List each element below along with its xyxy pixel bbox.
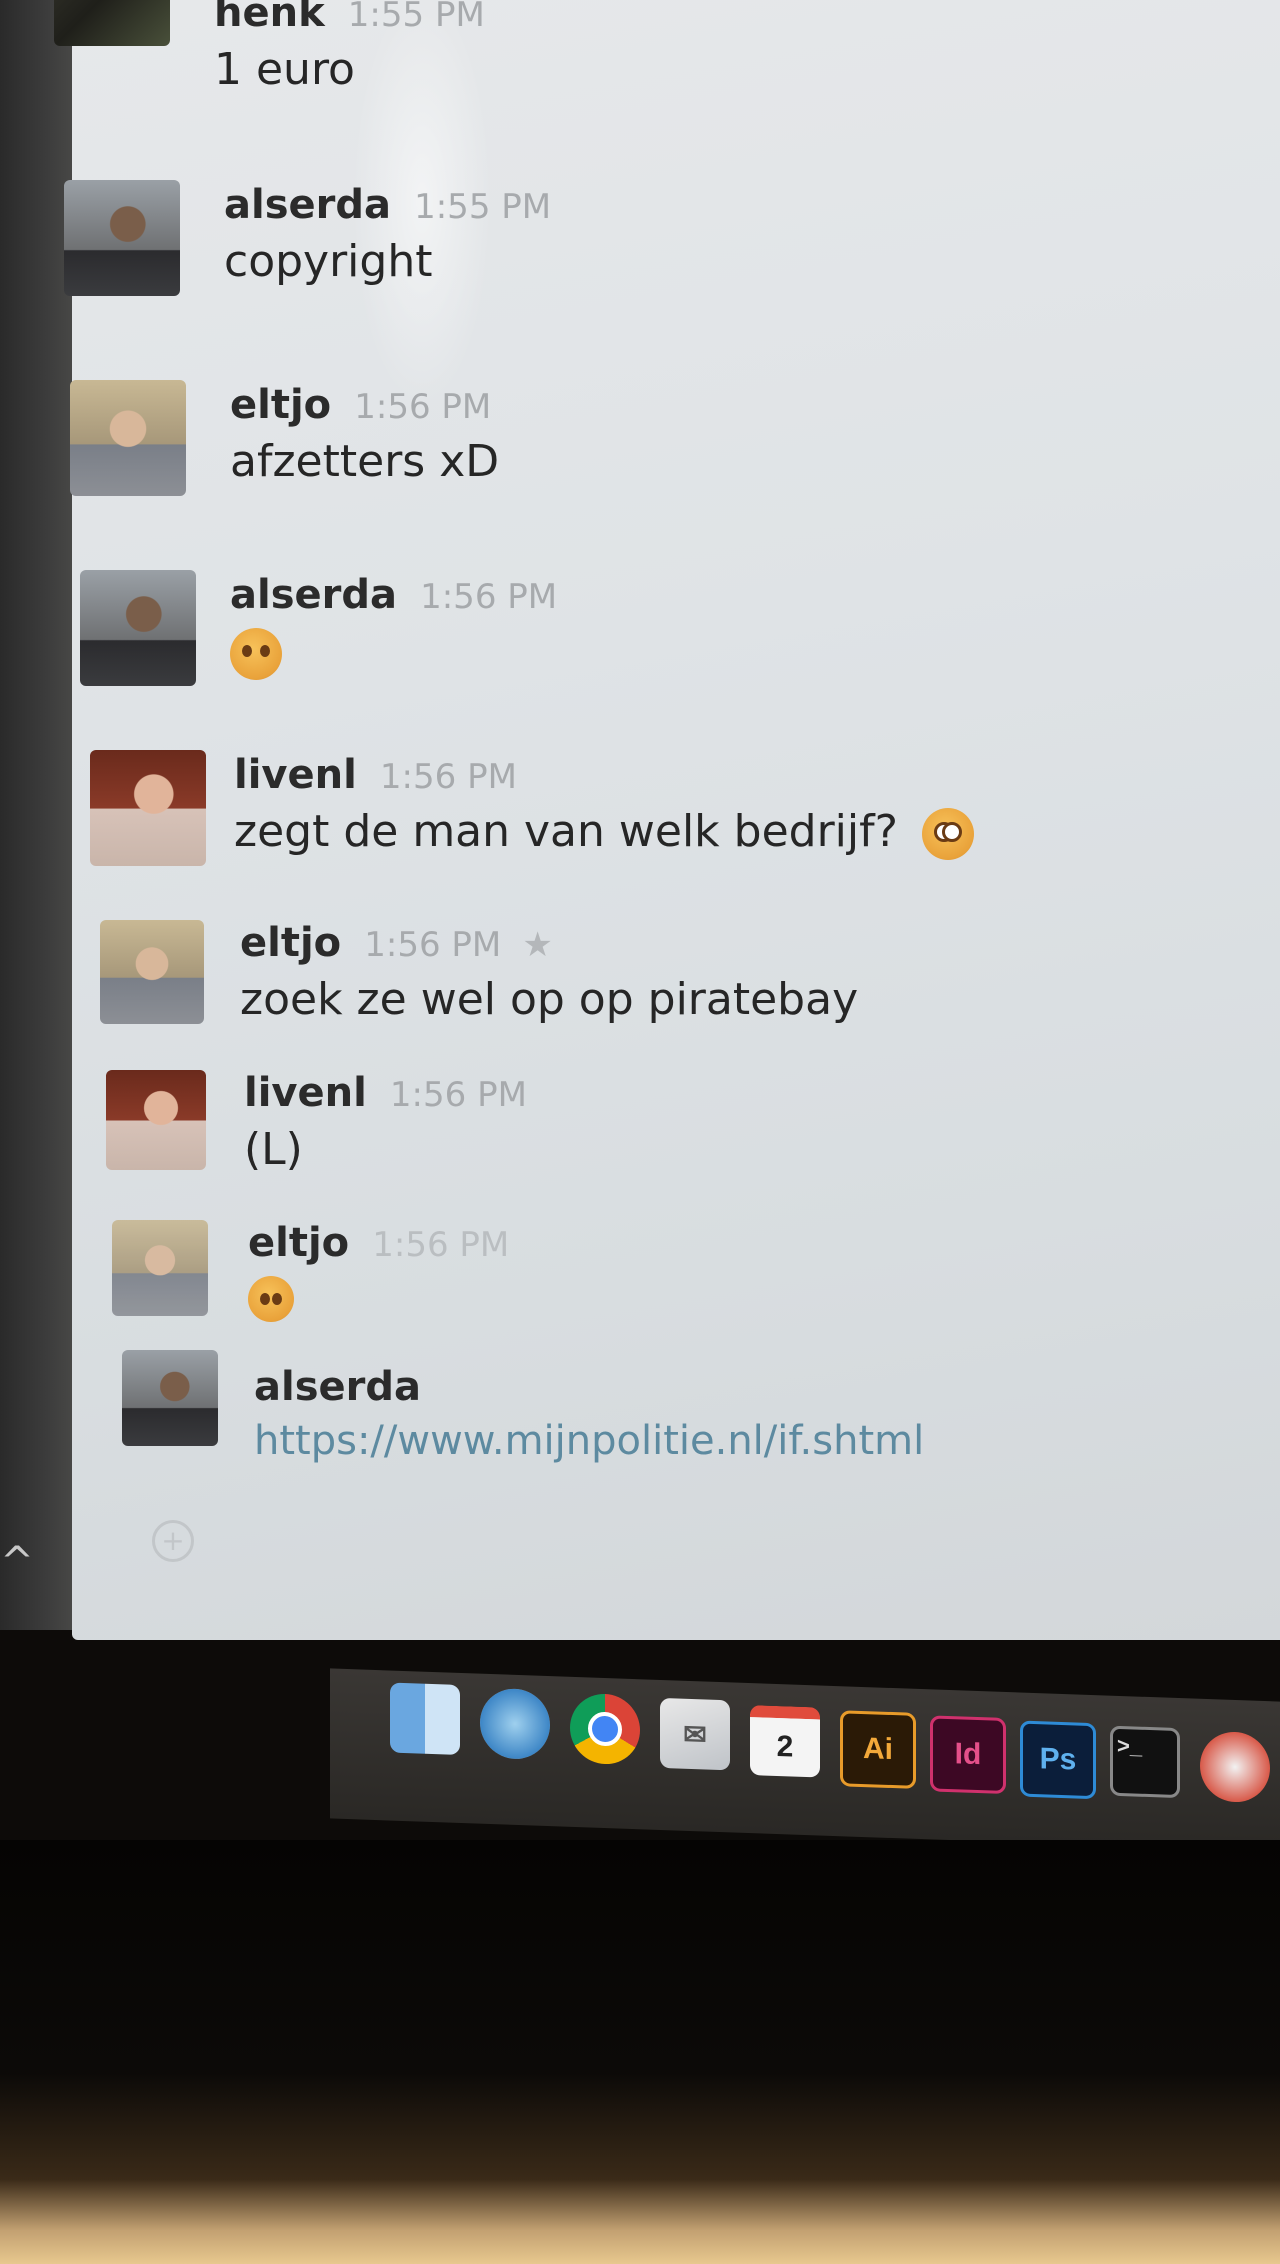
indesign-icon[interactable]: Id — [930, 1715, 1006, 1795]
message-timestamp[interactable]: 1:55 PM — [414, 187, 551, 227]
avatar[interactable] — [64, 180, 180, 296]
scroll-up-icon[interactable]: ^ — [0, 1542, 34, 1582]
chrome-icon[interactable] — [570, 1692, 640, 1766]
message-author[interactable]: livenl — [234, 752, 357, 798]
illustrator-icon[interactable]: Ai — [840, 1710, 916, 1789]
message-author[interactable]: alserda — [254, 1364, 421, 1410]
message-text: afzetters xD — [230, 436, 500, 487]
message-text: zegt de man van welk bedrijf? — [234, 806, 898, 857]
message-author[interactable]: henk — [214, 0, 325, 36]
message-timestamp[interactable]: 1:56 PM — [372, 1225, 509, 1265]
laptop-bezel — [0, 1840, 1280, 2264]
avatar[interactable] — [100, 920, 204, 1024]
terminal-icon[interactable]: >_ — [1110, 1725, 1180, 1799]
message-timestamp[interactable]: 1:55 PM — [348, 0, 485, 35]
avatar[interactable] — [54, 0, 170, 46]
avatar[interactable] — [106, 1070, 206, 1170]
avatar[interactable] — [122, 1350, 218, 1446]
message-text: (L) — [244, 1124, 303, 1175]
photoshop-icon[interactable]: Ps — [1020, 1720, 1096, 1800]
safari-icon[interactable] — [480, 1687, 550, 1761]
avatar[interactable] — [112, 1220, 208, 1316]
star-icon[interactable]: ★ — [522, 925, 552, 965]
crying-laughing-emoji — [230, 628, 282, 680]
message-timestamp[interactable]: 1:56 PM — [390, 1075, 527, 1115]
avatar[interactable] — [90, 750, 206, 866]
message-link[interactable]: https://www.mijnpolitie.nl/if.shtml — [254, 1418, 924, 1464]
message-text: 1 euro — [214, 44, 355, 95]
avatar[interactable] — [70, 380, 186, 496]
message-author[interactable]: livenl — [244, 1070, 367, 1116]
mail-icon[interactable]: ✉ — [660, 1697, 730, 1771]
message-author[interactable]: eltjo — [240, 920, 341, 966]
message-timestamp[interactable]: 1:56 PM — [380, 757, 517, 797]
message-text: copyright — [224, 236, 433, 287]
avatar[interactable] — [80, 570, 196, 686]
finder-icon[interactable] — [390, 1682, 460, 1755]
calendar-day: 2 — [776, 1730, 794, 1764]
dock: ✉ 2 Ai Id Ps >_ — [330, 1668, 1280, 1852]
add-icon[interactable]: + — [152, 1520, 194, 1562]
message-author[interactable]: eltjo — [248, 1220, 349, 1266]
calendar-icon[interactable]: 2 — [750, 1705, 820, 1778]
message-author[interactable]: eltjo — [230, 382, 331, 428]
message-author[interactable]: alserda — [224, 182, 391, 228]
app-icon[interactable] — [1200, 1730, 1270, 1804]
message-author[interactable]: alserda — [230, 572, 397, 618]
message-list: henk 1:55 PM 1 euro alserda 1:55 PM copy… — [54, 0, 1280, 1640]
message-timestamp[interactable]: 1:56 PM — [364, 925, 501, 965]
grinning-emoji — [248, 1276, 294, 1322]
message-timestamp[interactable]: 1:56 PM — [420, 577, 557, 617]
message-timestamp[interactable]: 1:56 PM — [354, 387, 491, 427]
flushed-emoji — [921, 808, 974, 860]
message-text: zoek ze wel op op piratebay — [240, 974, 859, 1025]
